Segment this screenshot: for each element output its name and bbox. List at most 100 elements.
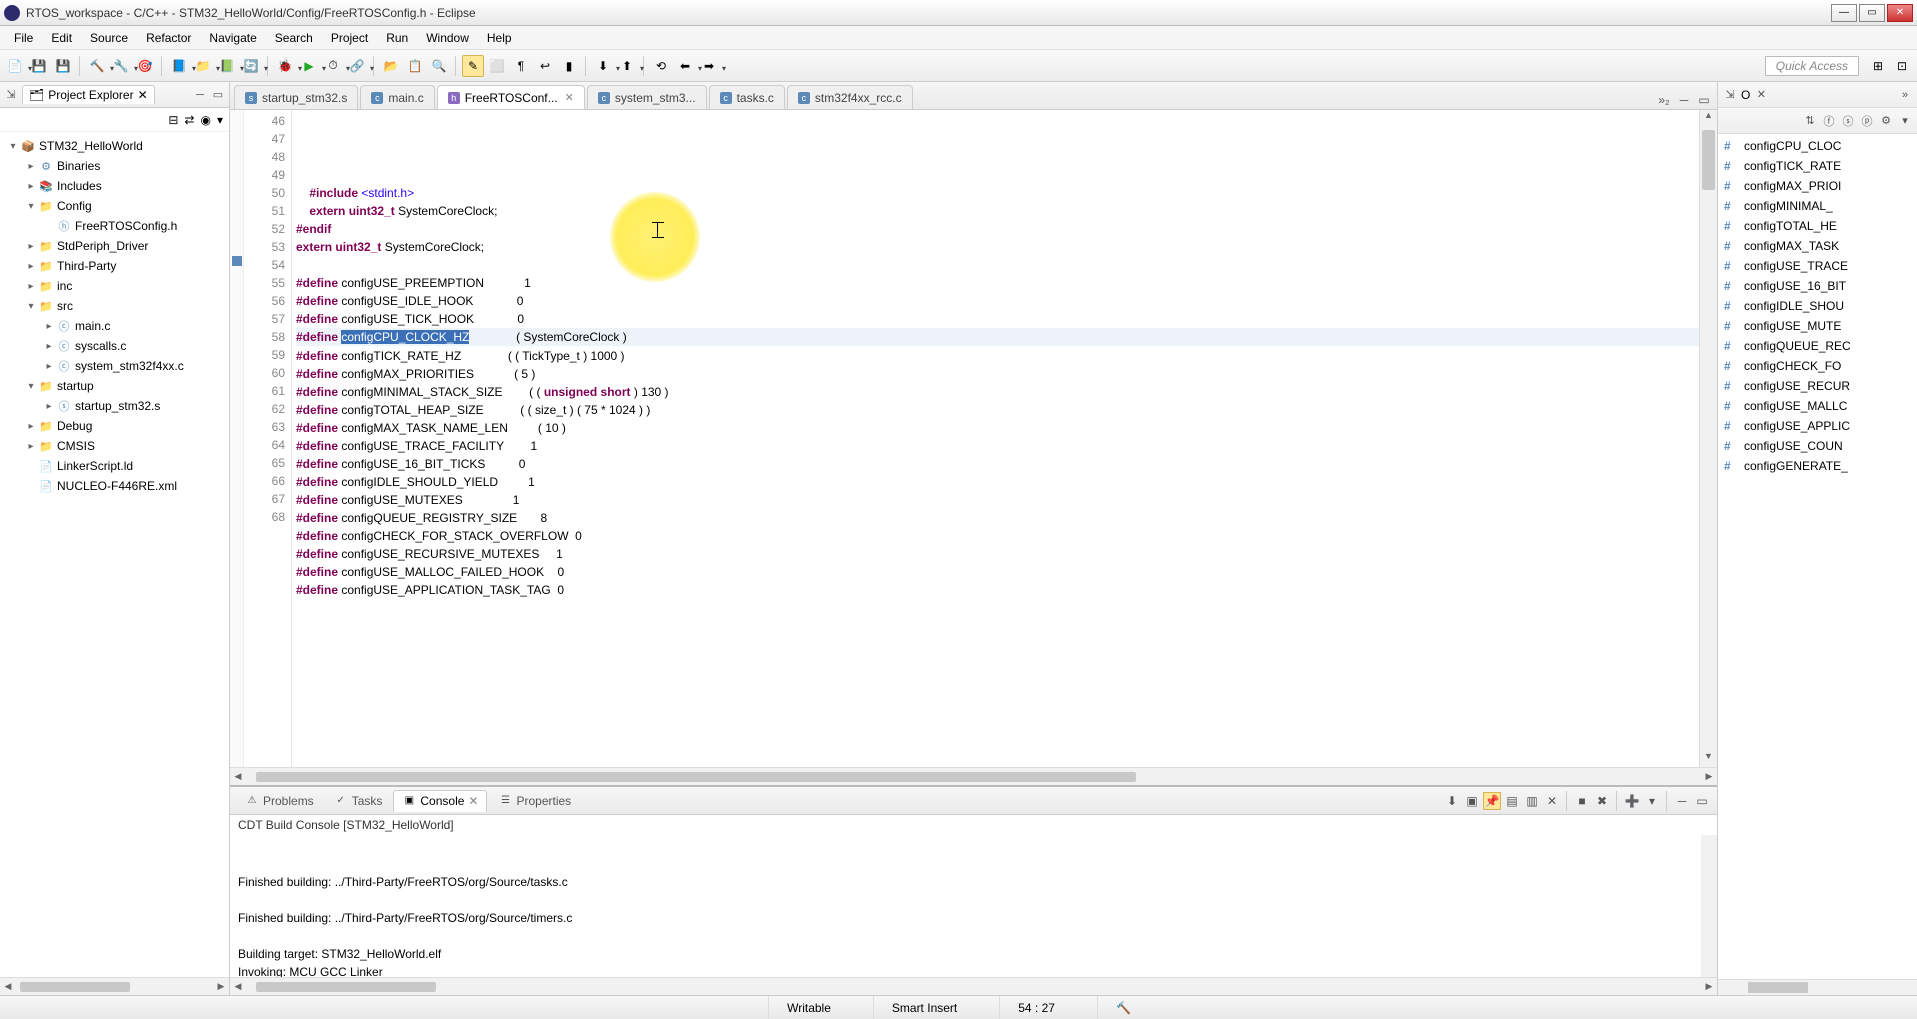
debug-button[interactable]: 🐞▾: [274, 55, 296, 77]
editor-hscrollbar[interactable]: ◀▶: [230, 767, 1717, 785]
profile-button[interactable]: ⏱▾: [322, 55, 344, 77]
hide-nonpublic-icon[interactable]: ⓟ: [1859, 113, 1875, 129]
code-line[interactable]: extern uint32_t SystemCoreClock;: [296, 202, 1699, 220]
bottom-minimize-icon[interactable]: ─: [1673, 792, 1691, 810]
tree-item[interactable]: ▸ⓒmain.c: [2, 316, 227, 336]
open-task-button[interactable]: 📋: [404, 55, 426, 77]
tree-item[interactable]: ▸📁CMSIS: [2, 436, 227, 456]
menu-source[interactable]: Source: [82, 28, 136, 48]
editor-vscrollbar[interactable]: ▲ ▼: [1699, 110, 1717, 767]
tree-item[interactable]: ⓗFreeRTOSConfig.h: [2, 216, 227, 236]
code-line[interactable]: #define configQUEUE_REGISTRY_SIZE 8: [296, 509, 1699, 527]
maximize-button[interactable]: ▭: [1859, 4, 1885, 22]
hide-static-icon[interactable]: ⓢ: [1840, 113, 1856, 129]
outline-menu-icon[interactable]: ▾: [1897, 113, 1913, 129]
expand-icon[interactable]: ▸: [24, 241, 38, 252]
show-whitespace-button[interactable]: ¶: [510, 55, 532, 77]
editor-minimize-icon[interactable]: ─: [1675, 91, 1693, 109]
outline-item[interactable]: #configCHECK_FO: [1718, 356, 1917, 376]
scroll-lock-icon[interactable]: ⬇: [1443, 792, 1461, 810]
toggle-breadcrumb-button[interactable]: ▮: [558, 55, 580, 77]
menu-search[interactable]: Search: [267, 28, 321, 48]
menu-refactor[interactable]: Refactor: [138, 28, 199, 48]
menu-project[interactable]: Project: [323, 28, 376, 48]
restore-icon[interactable]: ⇲: [4, 88, 18, 102]
terminate-icon[interactable]: ■: [1573, 792, 1591, 810]
minimize-view-icon[interactable]: ─: [193, 88, 207, 102]
open-console-icon[interactable]: ▥: [1523, 792, 1541, 810]
code-line[interactable]: #define configIDLE_SHOULD_YIELD 1: [296, 473, 1699, 491]
build-target-button[interactable]: 🎯: [134, 55, 156, 77]
toggle-mark-button[interactable]: ✎: [462, 55, 484, 77]
tree-item[interactable]: ▸ⓢstartup_stm32.s: [2, 396, 227, 416]
tree-item[interactable]: ▸📁Debug: [2, 416, 227, 436]
editor-body[interactable]: 4647484950515253545556575859606162636465…: [230, 110, 1717, 767]
outline-item[interactable]: #configMINIMAL_: [1718, 196, 1917, 216]
link-editor-icon[interactable]: ⇄: [184, 113, 194, 127]
tree-item[interactable]: ▸📚Includes: [2, 176, 227, 196]
outline-item[interactable]: #configUSE_RECUR: [1718, 376, 1917, 396]
outline-item[interactable]: #configUSE_MALLC: [1718, 396, 1917, 416]
menu-edit[interactable]: Edit: [43, 28, 80, 48]
outline-item[interactable]: #configIDLE_SHOU: [1718, 296, 1917, 316]
run-button[interactable]: ▶▾: [298, 55, 320, 77]
outline-item[interactable]: #configUSE_16_BIT: [1718, 276, 1917, 296]
project-explorer-tab[interactable]: 🗂 Project Explorer ✕: [22, 85, 155, 104]
code-line[interactable]: #define configUSE_MUTEXES 1: [296, 491, 1699, 509]
code-line[interactable]: #endif: [296, 220, 1699, 238]
cpp-perspective-button[interactable]: ⊡: [1891, 55, 1913, 77]
outline-item[interactable]: #configUSE_APPLIC: [1718, 416, 1917, 436]
last-edit-button[interactable]: ⟲: [650, 55, 672, 77]
code-line[interactable]: #define configCPU_CLOCK_HZ ( SystemCoreC…: [296, 328, 1699, 346]
code-line[interactable]: #define configUSE_APPLICATION_TASK_TAG 0: [296, 581, 1699, 599]
outline-hscrollbar[interactable]: [1718, 979, 1917, 995]
code-line[interactable]: #define configUSE_TICK_HOOK 0: [296, 310, 1699, 328]
tree-item[interactable]: ▸📁inc: [2, 276, 227, 296]
outline-item[interactable]: #configGENERATE_: [1718, 456, 1917, 476]
menu-run[interactable]: Run: [378, 28, 416, 48]
outline-overflow-icon[interactable]: »: [1897, 87, 1913, 103]
editor-tab[interactable]: cmain.c: [360, 85, 434, 109]
toggle-block-button[interactable]: ⬜: [486, 55, 508, 77]
editor-overflow-icon[interactable]: »₂: [1655, 91, 1673, 109]
build-config-button[interactable]: 🔧▾: [110, 55, 132, 77]
bottom-tab-console[interactable]: ▣Console ✕: [393, 790, 487, 812]
tab-close-icon[interactable]: ✕: [565, 91, 574, 104]
console-dropdown-icon[interactable]: ▾: [1643, 792, 1661, 810]
menu-navigate[interactable]: Navigate: [201, 28, 264, 48]
expand-icon[interactable]: ▸: [42, 401, 56, 412]
tree-item[interactable]: ▸ⓒsyscalls.c: [2, 336, 227, 356]
toggle-word-wrap-button[interactable]: ↩: [534, 55, 556, 77]
outline-item[interactable]: #configMAX_PRIOI: [1718, 176, 1917, 196]
code-line[interactable]: #define configUSE_TRACE_FACILITY 1: [296, 437, 1699, 455]
prev-annotation-button[interactable]: ⬆▾: [616, 55, 638, 77]
code-line[interactable]: #define configUSE_MALLOC_FAILED_HOOK 0: [296, 563, 1699, 581]
view-menu-icon[interactable]: ▾: [217, 113, 223, 127]
editor-tab[interactable]: sstartup_stm32.s: [234, 85, 358, 109]
expand-icon[interactable]: ▸: [24, 161, 38, 172]
close-icon[interactable]: ✕: [138, 88, 148, 102]
tree-hscrollbar[interactable]: ◀▶: [0, 977, 229, 995]
code-line[interactable]: #define configMINIMAL_STACK_SIZE ( ( uns…: [296, 383, 1699, 401]
outline-item[interactable]: #configCPU_CLOC: [1718, 136, 1917, 156]
external-button[interactable]: 🔗▾: [346, 55, 368, 77]
code-line[interactable]: #include <stdint.h>: [296, 184, 1699, 202]
next-annotation-button[interactable]: ⬇▾: [592, 55, 614, 77]
code-line[interactable]: #define configUSE_RECURSIVE_MUTEXES 1: [296, 545, 1699, 563]
pin-console-icon[interactable]: 📌: [1483, 792, 1501, 810]
code-line[interactable]: extern uint32_t SystemCoreClock;: [296, 238, 1699, 256]
open-perspective-button[interactable]: ⊞: [1867, 55, 1889, 77]
editor-tab[interactable]: csystem_stm3...: [587, 85, 707, 109]
outline-item[interactable]: #configUSE_TRACE: [1718, 256, 1917, 276]
tree-item[interactable]: ▾📁Config: [2, 196, 227, 216]
search-button[interactable]: 🔍: [428, 55, 450, 77]
code-line[interactable]: #define configMAX_PRIORITIES ( 5 ): [296, 365, 1699, 383]
forward-button[interactable]: ➡▾: [698, 55, 720, 77]
tree-item[interactable]: ▾📦STM32_HelloWorld: [2, 136, 227, 156]
code-line[interactable]: [296, 256, 1699, 274]
outline-item[interactable]: #configTOTAL_HE: [1718, 216, 1917, 236]
bottom-tab-tasks[interactable]: ✓Tasks: [325, 790, 392, 812]
outline-restore-icon[interactable]: ⇲: [1722, 87, 1738, 103]
tree-item[interactable]: ▾📁startup: [2, 376, 227, 396]
code-line[interactable]: #define configCHECK_FOR_STACK_OVERFLOW 0: [296, 527, 1699, 545]
